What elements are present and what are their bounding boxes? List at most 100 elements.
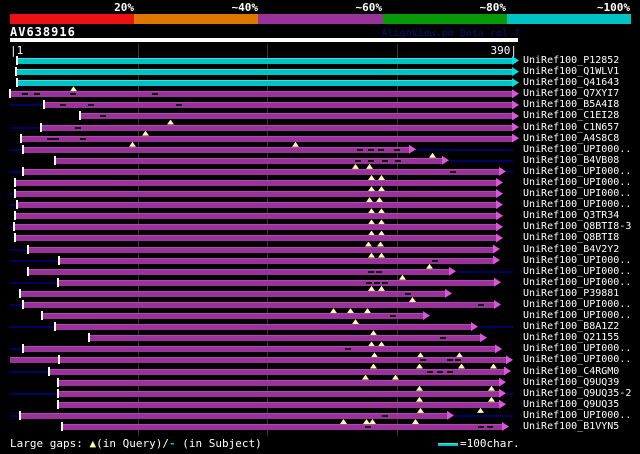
arrowhead-icon (493, 255, 500, 265)
start-tick (43, 100, 45, 110)
alignment-bar[interactable] (41, 124, 513, 131)
subject-label[interactable]: UniRef100_B5A4I8 (523, 99, 619, 110)
alignment-bar[interactable] (80, 113, 513, 120)
alignment-row: UniRef100_UPI000.. (0, 252, 640, 266)
alignment-bar[interactable] (15, 179, 497, 186)
alignment-bar[interactable] (14, 224, 497, 231)
subject-label[interactable]: UniRef100_UPI000.. (523, 177, 631, 188)
subject-gap-dash (437, 370, 443, 373)
alignment-row: UniRef100_Q8BTI8-3 (0, 219, 640, 232)
subject-label[interactable]: UniRef100_Q9UQ35-2 (523, 388, 631, 399)
alignment-bar[interactable] (17, 202, 497, 209)
subject-label[interactable]: UniRef100_Q1WLV1 (523, 66, 619, 77)
subject-label[interactable]: UniRef100_B4V2Y2 (523, 244, 619, 255)
alignment-bar[interactable] (20, 290, 446, 297)
subject-gap-dash (53, 137, 59, 140)
alignment-bar[interactable] (15, 191, 497, 198)
alignment-bar[interactable] (16, 69, 513, 76)
alignment-row: UniRef100_UPI000.. (0, 174, 640, 188)
subject-label[interactable]: UniRef100_Q8BTI8 (523, 232, 619, 243)
alignment-bar[interactable] (28, 246, 494, 253)
alignment-bar[interactable] (58, 390, 500, 397)
alignment-bar[interactable] (58, 401, 500, 408)
alignment-row: UniRef100_Q9UQ35 (0, 396, 640, 410)
subject-label[interactable]: UniRef100_UPI000.. (523, 266, 631, 277)
subject-gap-dash (366, 281, 372, 284)
subject-label[interactable]: UniRef100_B1VYN5 (523, 421, 619, 432)
subject-gap-dash (394, 148, 400, 151)
alignment-row: UniRef100_UPI000.. (0, 352, 640, 365)
arrowhead-icon (480, 333, 487, 343)
arrowhead-icon (496, 222, 503, 232)
subject-label[interactable]: UniRef100_Q41643 (523, 77, 619, 88)
subject-label[interactable]: UniRef100_UPI000.. (523, 144, 631, 155)
subject-label[interactable]: UniRef100_UPI000.. (523, 354, 631, 365)
subject-label[interactable]: UniRef100_P39881 (523, 288, 619, 299)
subject-label[interactable]: UniRef100_UPI000.. (523, 343, 631, 354)
subject-label[interactable]: UniRef100_Q8BTI8-3 (523, 221, 631, 232)
arrowhead-icon (512, 56, 519, 65)
subject-label[interactable]: UniRef100_UPI000.. (523, 299, 631, 310)
subject-label[interactable]: UniRef100_UPI000.. (523, 410, 631, 421)
subject-gap-dash (378, 148, 384, 151)
subject-label[interactable]: UniRef100_C1EI28 (523, 110, 619, 121)
subject-label[interactable]: UniRef100_B8A1Z2 (523, 321, 619, 332)
subject-label[interactable]: UniRef100_UPI000.. (523, 199, 631, 210)
alignment-bar[interactable] (58, 279, 495, 286)
arrowhead-icon (512, 89, 519, 99)
alignment-bar[interactable] (89, 335, 481, 342)
start-tick (22, 166, 24, 176)
subject-label[interactable]: UniRef100_P12852 (523, 55, 619, 66)
alignment-bar[interactable] (17, 80, 513, 87)
subject-label[interactable]: UniRef100_Q7XYI7 (523, 88, 619, 99)
subject-label[interactable]: UniRef100_UPI000.. (523, 277, 631, 288)
subject-label[interactable]: UniRef100_Q3TR34 (523, 210, 619, 221)
subject-gap-dash (478, 303, 484, 306)
alignment-bar[interactable] (44, 102, 513, 109)
alignment-bar[interactable] (58, 379, 500, 386)
alignment-bar[interactable] (23, 301, 495, 308)
subject-label[interactable]: UniRef100_Q9UQ35 (523, 399, 619, 410)
subject-label[interactable]: UniRef100_B4VB08 (523, 155, 619, 166)
key-segment (506, 14, 631, 24)
query-extent-line (10, 104, 44, 107)
arrowhead-icon (445, 288, 452, 298)
alignment-bar[interactable] (23, 146, 410, 153)
subject-gap-dash (382, 281, 388, 284)
alignment-bar[interactable] (23, 346, 496, 353)
alignment-bar[interactable] (15, 213, 497, 220)
subject-label[interactable]: UniRef100_Q21155 (523, 332, 619, 343)
subject-label[interactable]: UniRef100_UPI000.. (523, 166, 631, 177)
subject-gap-dash (382, 414, 388, 417)
alignment-bar[interactable] (17, 58, 513, 64)
legend-suffix: (in Subject) (175, 437, 262, 450)
subject-label[interactable]: UniRef100_UPI000.. (523, 255, 631, 266)
alignment-row: UniRef100_UPI000.. (0, 197, 640, 210)
start-tick (61, 421, 63, 431)
alignment-bar[interactable] (55, 324, 472, 331)
alignment-row: UniRef100_Q21155 (0, 330, 640, 343)
alignment-bar[interactable] (28, 268, 450, 275)
subject-label[interactable]: UniRef100_C1N657 (523, 122, 619, 133)
alignment-bar[interactable] (10, 91, 513, 98)
subject-label[interactable]: UniRef100_UPI000.. (523, 310, 631, 321)
identity-key-bar (0, 14, 640, 24)
alignment-bar[interactable] (62, 423, 503, 430)
subject-gap-dash (405, 292, 411, 295)
alignment-bar[interactable] (59, 257, 494, 264)
alignment-bar[interactable] (10, 357, 507, 364)
subject-label[interactable]: UniRef100_A4S8C8 (523, 133, 619, 144)
alignment-bar[interactable] (42, 313, 424, 320)
subject-gap-dash (450, 170, 456, 173)
subject-label[interactable]: UniRef100_C4RGM0 (523, 366, 619, 377)
alignment-bar[interactable] (15, 235, 497, 242)
subject-label[interactable]: UniRef100_UPI000.. (523, 188, 631, 199)
arrowhead-icon (496, 189, 503, 199)
alignment-row: UniRef100_Q7XYI7 (0, 86, 640, 99)
alignment-bar[interactable] (23, 168, 500, 175)
subject-label[interactable]: UniRef100_Q9UQ39 (523, 377, 619, 388)
alignment-bar[interactable] (21, 135, 513, 142)
arrowhead-icon (512, 67, 519, 77)
arrowhead-icon (512, 100, 519, 110)
key-segment (258, 14, 383, 24)
